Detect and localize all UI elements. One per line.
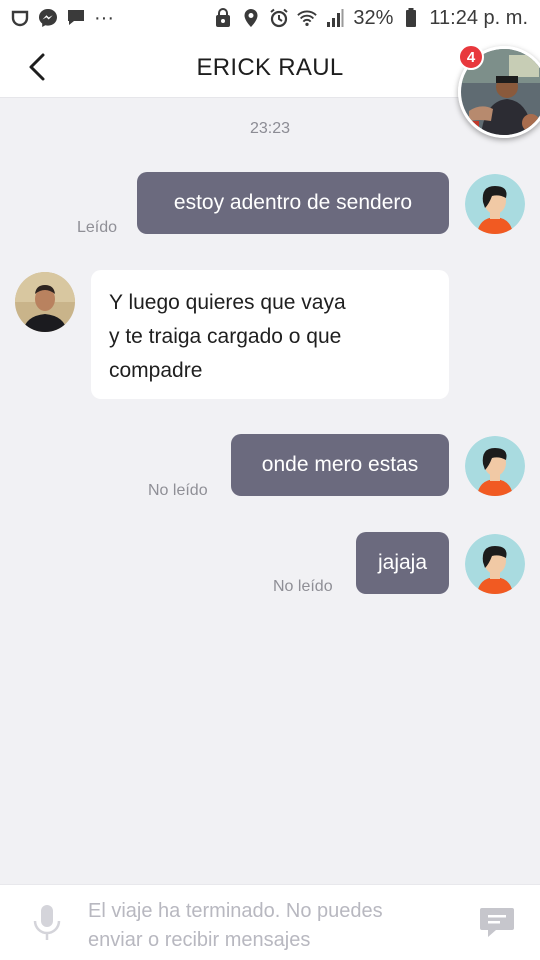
outgoing-message: jajaja [356, 532, 449, 594]
notice-line: El viaje ha terminado. No puedes [88, 900, 383, 922]
app-notification-icon [10, 8, 30, 28]
my-avatar [465, 436, 525, 496]
read-status: No leído [148, 482, 208, 499]
status-bar-notifications: ··· [10, 7, 114, 30]
contact-avatar [15, 272, 75, 332]
battery-percent: 32% [353, 6, 394, 29]
quick-reply-button [478, 905, 516, 941]
microphone-icon [33, 905, 61, 940]
message-line: y te traiga cargado o que [109, 325, 342, 348]
wifi-icon [297, 8, 318, 28]
incoming-message: Y luego quieres que vaya y te traiga car… [91, 270, 449, 399]
message-timestamp: 23:23 [249, 120, 291, 137]
message-line: Y luego quieres que vaya [109, 291, 346, 314]
my-avatar [465, 534, 525, 594]
battery-icon [401, 8, 421, 28]
alarm-icon [269, 8, 289, 28]
message-text: onde mero estas [261, 453, 419, 476]
signal-icon [325, 8, 345, 28]
read-status: Leído [77, 219, 118, 236]
more-notifications: ··· [94, 6, 114, 29]
status-bar-system: 32% 11:24 p. m. [213, 7, 528, 30]
location-icon [241, 8, 261, 28]
my-avatar [465, 174, 525, 234]
messenger-icon [38, 8, 58, 28]
notice-line: enviar o recibir mensajes [88, 929, 311, 951]
unread-count-badge: 4 [458, 44, 484, 70]
user-avatar-icon [465, 534, 525, 594]
status-bar: ··· 32% 11:24 p. m. [0, 0, 540, 36]
outgoing-message: onde mero estas [231, 434, 449, 496]
clock: 11:24 p. m. [429, 6, 528, 29]
user-avatar-icon [465, 436, 525, 496]
contact-photo [15, 272, 75, 332]
input-bar: El viaje ha terminado. No puedes enviar … [0, 884, 540, 960]
chat-disabled-notice: El viaje ha terminado. No puedes enviar … [88, 897, 458, 955]
message-text: estoy adentro de sendero [173, 191, 413, 214]
voice-button [30, 903, 64, 943]
message-text: jajaja [377, 551, 428, 574]
lock-app-icon [213, 8, 233, 28]
message-icon [480, 908, 514, 937]
user-avatar-icon [465, 174, 525, 234]
outgoing-message: estoy adentro de sendero [137, 172, 449, 234]
read-status: No leído [273, 578, 333, 595]
message-line: compadre [109, 359, 203, 382]
chat-notification-icon [66, 8, 86, 28]
